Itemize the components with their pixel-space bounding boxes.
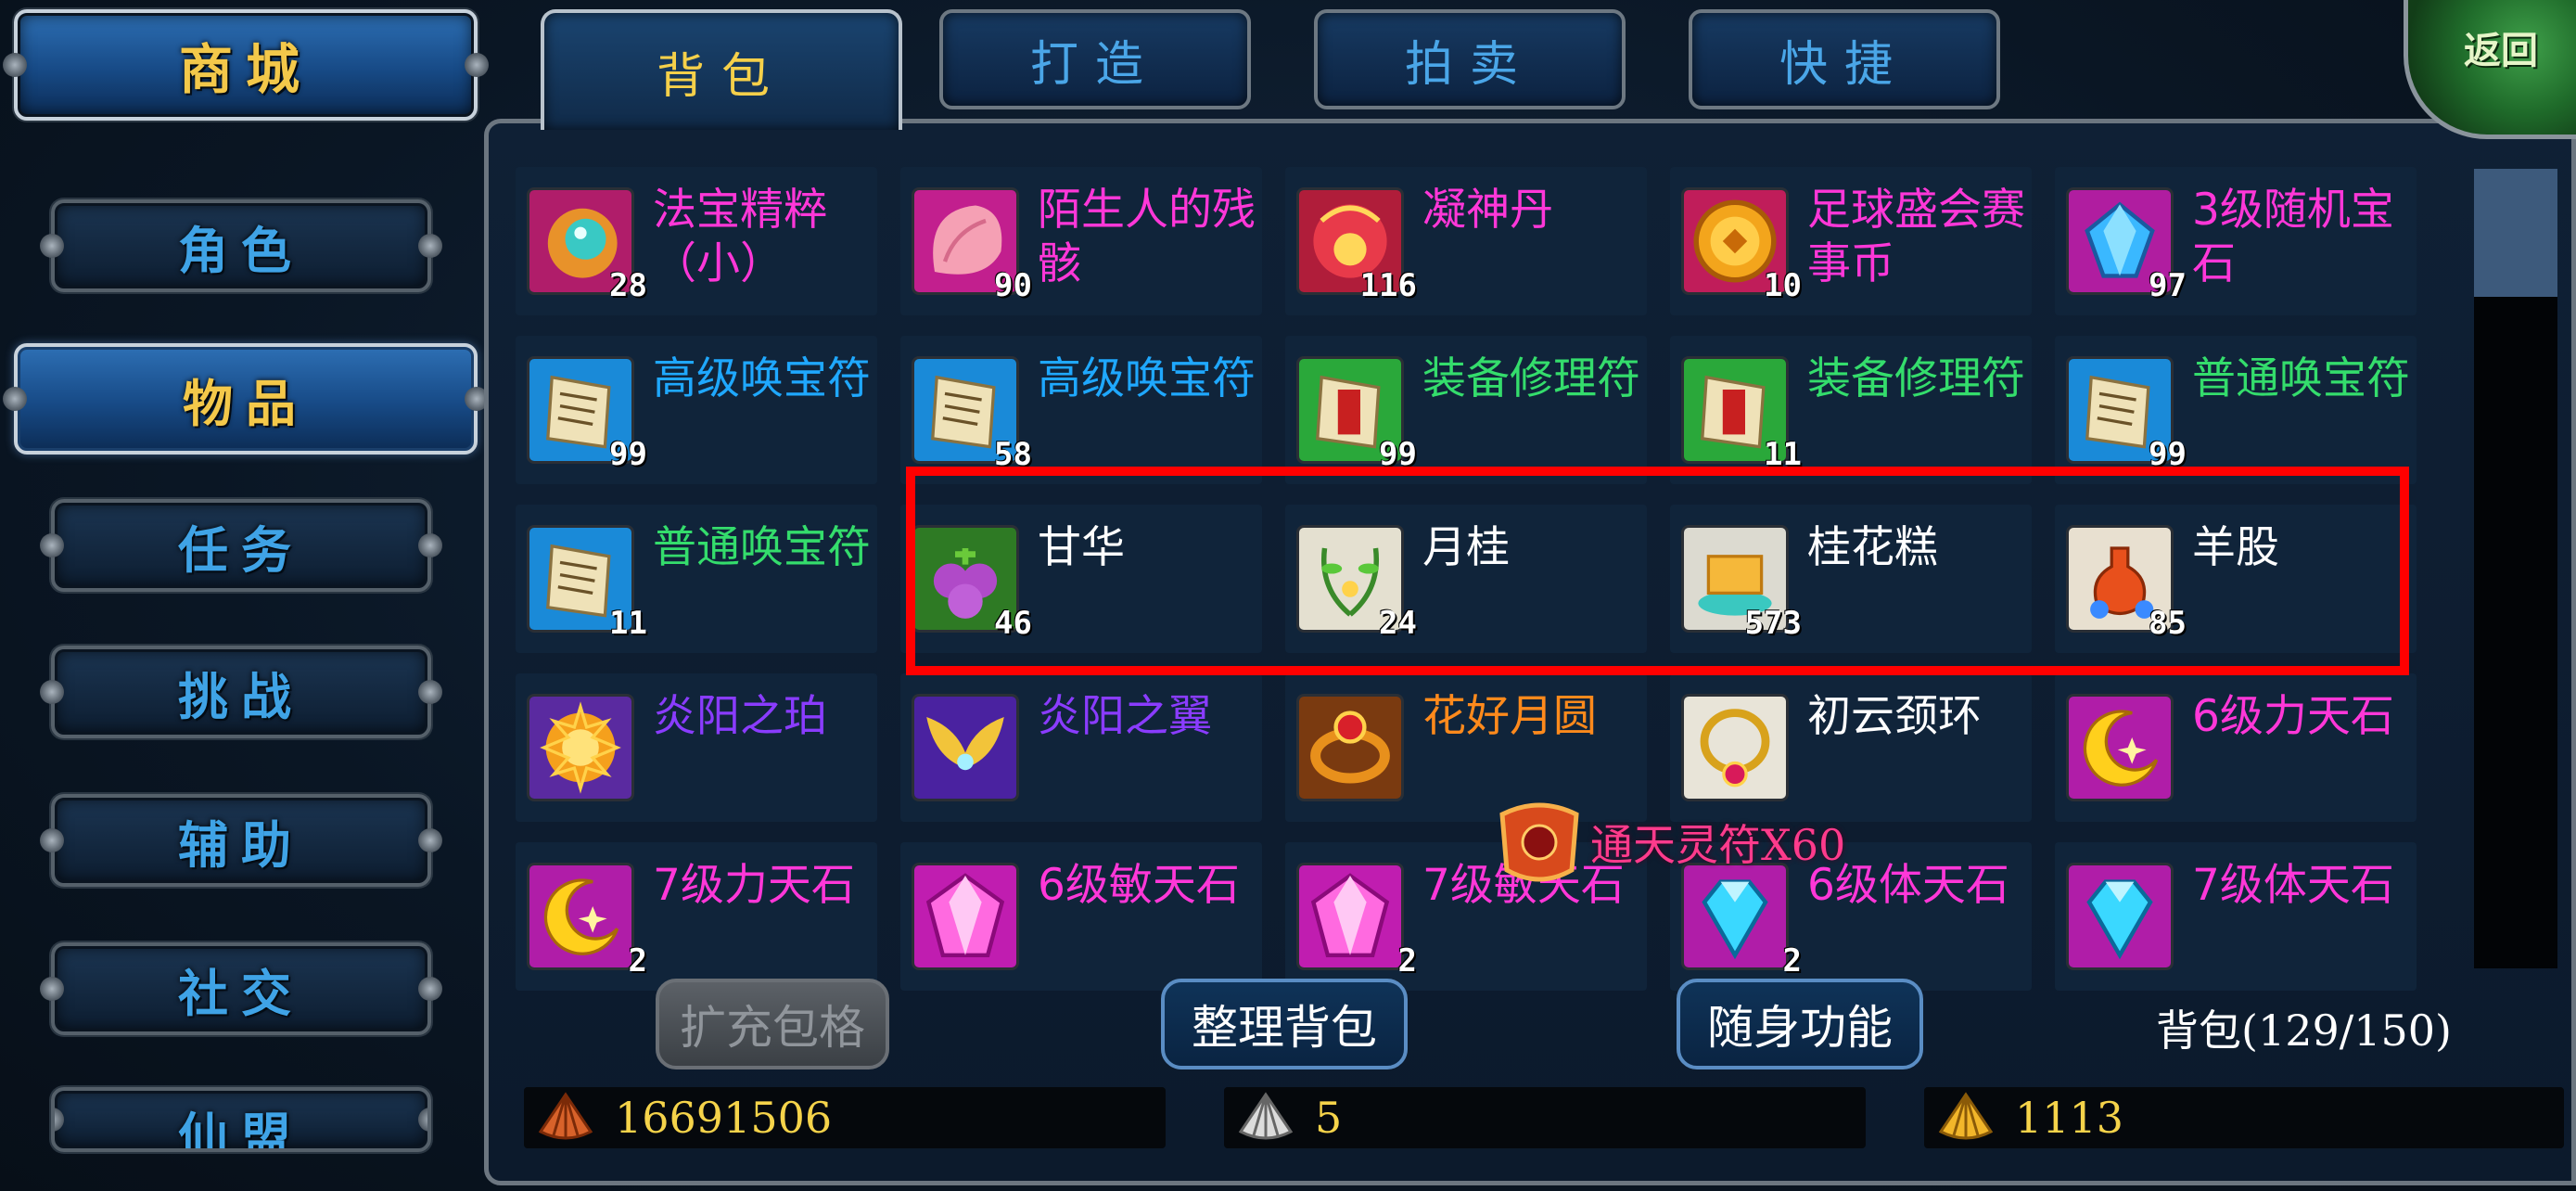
nav-quest[interactable]: 任务 [40, 499, 442, 592]
gold-shell-icon [1938, 1092, 1994, 1140]
currency-value: 5 [1315, 1093, 1343, 1143]
item-count: 2 [1782, 942, 1802, 980]
nav-role[interactable]: 角色 [40, 199, 442, 292]
item-count: 2 [628, 942, 647, 980]
item-slot[interactable]: 99 普通唤宝符 [2055, 336, 2417, 484]
mall-button[interactable]: 商城 [3, 9, 489, 121]
nav-assist[interactable]: 辅助 [40, 794, 442, 887]
currency-gold-shell: 16691506 [524, 1087, 1166, 1148]
item-slot[interactable]: 11 普通唤宝符 [516, 505, 877, 653]
bag-capacity: 背包(129/150) [2156, 1005, 2452, 1056]
sort-bag-button[interactable]: 整理背包 [1161, 979, 1408, 1069]
portable-functions-button[interactable]: 随身功能 [1677, 979, 1923, 1069]
item-slot[interactable]: 97 3级随机宝石 [2055, 167, 2417, 315]
moon-icon [527, 863, 634, 970]
tab-bag[interactable]: 背包 [541, 9, 902, 130]
item-slot[interactable]: 28 法宝精粹（小） [516, 167, 877, 315]
back-label: 返回 [2464, 29, 2538, 72]
item-name: 高级唤宝符 [1038, 353, 1256, 404]
ring-icon [1296, 694, 1404, 801]
item-slot[interactable]: 7级体天石 [2055, 842, 2417, 991]
expand-slots-button[interactable]: 扩充包格 [656, 979, 889, 1069]
scrollbar-thumb[interactable] [2474, 169, 2557, 297]
talisman-icon [1499, 802, 1579, 882]
nav-guild[interactable]: 仙盟 [51, 1087, 431, 1152]
item-slot[interactable]: 10 足球盛会赛事币 [1670, 167, 2032, 315]
tab-auction[interactable]: 拍卖 [1314, 9, 1626, 109]
item-name: 初云颈环 [1807, 691, 1982, 742]
currency-golden-shell: 1113 [1924, 1087, 2564, 1148]
tab-craft[interactable]: 打造 [939, 9, 1251, 109]
silver-shell-icon [1238, 1092, 1294, 1140]
item-name: 高级唤宝符 [653, 353, 871, 404]
item-name: 7级体天石 [2192, 860, 2394, 911]
highlight-box [906, 467, 2409, 675]
wing-icon [912, 694, 1019, 801]
item-name: 炎阳之翼 [1038, 691, 1212, 742]
item-slot[interactable]: 2 7级力天石 [516, 842, 877, 991]
item-slot[interactable]: 99 高级唤宝符 [516, 336, 877, 484]
item-name: 普通唤宝符 [2192, 353, 2410, 404]
item-count: 97 [2149, 267, 2187, 304]
item-name: 足球盛会赛事币 [1807, 185, 2025, 289]
item-count: 116 [1359, 267, 1417, 304]
game-screen: 商城 角色 物品 任务 挑战 辅助 社交 仙盟 背包 打造 拍卖 快捷 返回 2… [0, 0, 2576, 1191]
item-name: 6级敏天石 [1038, 860, 1240, 911]
currency-value: 1113 [2015, 1093, 2124, 1143]
item-slot[interactable]: 炎阳之珀 [516, 673, 877, 822]
item-count: 2 [1397, 942, 1417, 980]
reward-text: 通天灵符X60 [1590, 820, 1846, 870]
amber-icon [527, 694, 634, 801]
nav-guild-label: 仙盟 [178, 1107, 304, 1152]
item-count: 90 [994, 267, 1032, 304]
item-slot[interactable]: 6级力天石 [2055, 673, 2417, 822]
item-name: 凝神丹 [1422, 185, 1553, 236]
item-name: 炎阳之珀 [653, 691, 827, 742]
pink-gem-icon [912, 863, 1019, 970]
item-count: 28 [609, 267, 647, 304]
item-slot[interactable]: 炎阳之翼 [900, 673, 1262, 822]
currency-value: 16691506 [615, 1093, 833, 1143]
reward-popup: 通天灵符X60 [1488, 796, 1845, 889]
item-name: 装备修理符 [1807, 353, 2025, 404]
tab-shortcut[interactable]: 快捷 [1689, 9, 2000, 109]
item-name: 法宝精粹（小） [653, 185, 827, 289]
item-name: 3级随机宝石 [2192, 185, 2394, 289]
item-name: 7级力天石 [653, 860, 855, 911]
item-slot[interactable]: 116 凝神丹 [1285, 167, 1647, 315]
pink-gem-icon [1296, 863, 1404, 970]
moon-icon [2066, 694, 2174, 801]
item-slot[interactable]: 58 高级唤宝符 [900, 336, 1262, 484]
nav-challenge[interactable]: 挑战 [40, 646, 442, 738]
necklace-icon [1681, 694, 1789, 801]
diamond-icon [2066, 863, 2174, 970]
nav-items[interactable]: 物品 [3, 343, 489, 455]
item-name: 普通唤宝符 [653, 522, 871, 573]
item-count: 99 [609, 436, 647, 473]
item-slot[interactable]: 99 装备修理符 [1285, 336, 1647, 484]
item-name: 花好月圆 [1422, 691, 1597, 742]
nav-social[interactable]: 社交 [40, 942, 442, 1035]
item-count: 10 [1764, 267, 1802, 304]
item-name: 装备修理符 [1422, 353, 1640, 404]
item-count: 11 [609, 605, 647, 642]
item-name: 陌生人的残骸 [1038, 185, 1256, 289]
item-slot[interactable]: 6级敏天石 [900, 842, 1262, 991]
currency-silver-shell: 5 [1224, 1087, 1866, 1148]
item-slot[interactable]: 11 装备修理符 [1670, 336, 2032, 484]
item-name: 6级力天石 [2192, 691, 2394, 742]
bronze-shell-icon [538, 1092, 593, 1140]
item-slot[interactable]: 90 陌生人的残骸 [900, 167, 1262, 315]
